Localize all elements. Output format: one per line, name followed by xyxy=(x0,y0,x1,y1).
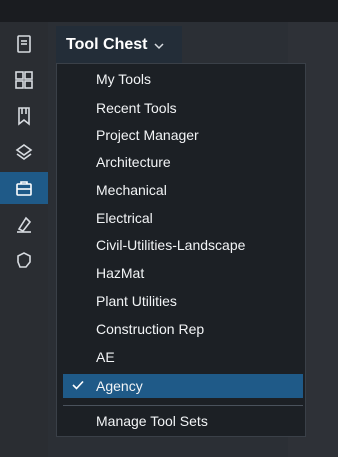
checkmark-icon xyxy=(71,378,85,392)
markup-icon[interactable] xyxy=(8,208,40,240)
menu-item-my-tools[interactable]: My Tools xyxy=(63,67,303,91)
menu-item-hazmat[interactable]: HazMat xyxy=(63,261,303,285)
top-bar xyxy=(0,0,338,22)
menu-item-recent-tools[interactable]: Recent Tools xyxy=(63,96,303,120)
shape-icon[interactable] xyxy=(8,244,40,276)
menu-item-construction-rep[interactable]: Construction Rep xyxy=(63,317,303,341)
grid-icon[interactable] xyxy=(8,64,40,96)
chevron-down-icon xyxy=(153,39,165,51)
tool-chest-title: Tool Chest xyxy=(66,35,148,53)
menu-item-agency[interactable]: Agency xyxy=(63,374,303,398)
bookmark-icon[interactable] xyxy=(8,100,40,132)
menu-item-civil-utilities-landscape[interactable]: Civil-Utilities-Landscape xyxy=(63,233,303,257)
menu-item-ae[interactable]: AE xyxy=(63,345,303,369)
left-rail xyxy=(0,22,48,457)
menu-item-plant-utilities[interactable]: Plant Utilities xyxy=(63,289,303,313)
menu-item-architecture[interactable]: Architecture xyxy=(63,150,303,174)
menu-divider xyxy=(63,405,303,406)
document-icon[interactable] xyxy=(8,28,40,60)
tool-chest-header[interactable]: Tool Chest xyxy=(56,26,182,63)
manage-tool-sets-item[interactable]: Manage Tool Sets xyxy=(63,409,303,433)
menu-item-electrical[interactable]: Electrical xyxy=(63,206,303,230)
layers-icon[interactable] xyxy=(8,136,40,168)
menu-item-project-manager[interactable]: Project Manager xyxy=(63,123,303,147)
tool-set-dropdown: My Tools Recent Tools Project Manager Ar… xyxy=(56,63,306,437)
menu-item-mechanical[interactable]: Mechanical xyxy=(63,178,303,202)
toolbox-icon[interactable] xyxy=(0,172,48,204)
